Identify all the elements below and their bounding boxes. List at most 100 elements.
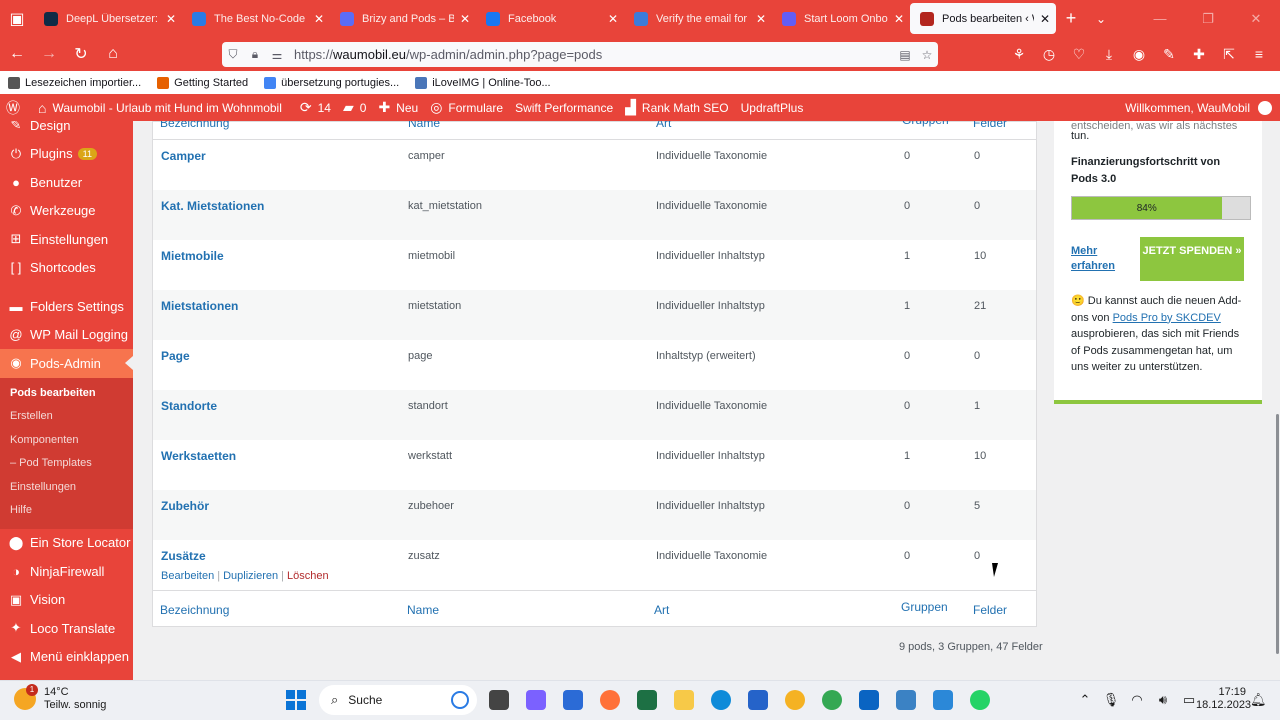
chrome-icon[interactable]	[814, 684, 850, 716]
duplicate-link[interactable]: Duplizieren	[223, 570, 278, 582]
pod-label-link[interactable]: Mietmobile	[161, 249, 224, 263]
pod-label-link[interactable]: Standorte	[161, 399, 217, 413]
sidebar-item-ein-store-locator[interactable]: ⬤ Ein Store Locator	[0, 529, 133, 558]
vscode-icon[interactable]	[555, 684, 591, 716]
sidebar-item-einstellungen[interactable]: ⊞ Einstellungen	[0, 225, 133, 254]
back-icon[interactable]: ←	[2, 45, 32, 63]
col-header-groups[interactable]: Gruppen	[902, 121, 949, 127]
forms-menu[interactable]: ◎ Formulare	[424, 99, 509, 116]
close-tab-icon[interactable]: ✕	[608, 12, 618, 26]
pod-label-link[interactable]: Zubehör	[161, 499, 209, 513]
swift-performance-menu[interactable]: Swift Performance	[509, 101, 619, 115]
sidebar-item-wp-mail-logging[interactable]: @ WP Mail Logging	[0, 321, 133, 350]
donate-button[interactable]: JETZT SPENDEN »	[1140, 237, 1244, 281]
address-bar[interactable]: ⛉ 🔒︎ ⚌ https://waumobil.eu/wp-admin/admi…	[222, 42, 938, 67]
microphone-icon[interactable]: 🎙︎	[1098, 692, 1124, 708]
pod-label-link[interactable]: Werkstaetten	[161, 449, 236, 463]
bookmark-item[interactable]: iLoveIMG | Online-Too...	[407, 76, 558, 89]
site-name-menu[interactable]: ⌂ Waumobil - Urlaub mit Hund im Wohnmobil	[32, 100, 288, 116]
sidebar-item-vision[interactable]: ▣ Vision	[0, 586, 133, 615]
bookmark-star-icon[interactable]: ☆	[916, 48, 938, 62]
tab-5[interactable]: Start Loom Onboardin ✕	[772, 0, 910, 37]
excel-icon[interactable]	[629, 684, 665, 716]
updates-menu[interactable]: ⟳ 14	[294, 99, 337, 116]
tray-chevron-icon[interactable]: ⌃	[1072, 692, 1098, 708]
col-header-type[interactable]: Art	[656, 121, 671, 130]
home-icon[interactable]: ⌂	[98, 45, 128, 63]
close-window-icon[interactable]: ✕	[1232, 0, 1280, 37]
sidebar-item-shortcodes[interactable]: [ ] Shortcodes	[0, 254, 133, 283]
store-icon[interactable]	[740, 684, 776, 716]
reader-view-icon[interactable]: ▤	[894, 48, 916, 62]
files-icon[interactable]	[481, 684, 517, 716]
tab-list-button[interactable]: ⌄	[1086, 12, 1116, 26]
sidebar-item-design[interactable]: ✎ Design	[0, 121, 133, 140]
bookmark-item[interactable]: Getting Started	[149, 76, 256, 89]
sidebar-item-plugins[interactable]: ⏻ Plugins 11	[0, 140, 133, 169]
history-icon[interactable]: ◷	[1034, 46, 1064, 63]
extensions-icon[interactable]: ✚	[1184, 46, 1214, 63]
pods-pro-link[interactable]: Pods Pro by SKCDEV	[1113, 312, 1221, 324]
notification-bell-icon[interactable]: 🔔︎	[1250, 692, 1267, 708]
learn-more-link[interactable]: Mehr erfahren	[1071, 244, 1121, 274]
col-footer-name[interactable]: Name	[407, 603, 439, 617]
bookmark-item[interactable]: Lesezeichen importier...	[0, 76, 149, 89]
sidebar-item-loco-translate[interactable]: ✦ Loco Translate	[0, 614, 133, 643]
pocket-save-icon[interactable]: ⚘	[1004, 46, 1034, 63]
start-windows-icon[interactable]	[278, 684, 314, 716]
shield-icon[interactable]: ⛉	[222, 47, 244, 62]
updraftplus-menu[interactable]: UpdraftPlus	[735, 101, 810, 115]
chat-icon[interactable]	[518, 684, 554, 716]
sidebar-item-ninjafirewall[interactable]: ◑ NinjaFirewall	[0, 557, 133, 586]
pocket-icon[interactable]: ♡	[1064, 46, 1094, 63]
submenu-item[interactable]: Pods bearbeiten	[0, 382, 133, 406]
sidebar-item-folders-settings[interactable]: ▬ Folders Settings	[0, 292, 133, 321]
tab-6[interactable]: Pods bearbeiten ‹ Wau ✕	[910, 3, 1056, 34]
close-tab-icon[interactable]: ✕	[314, 12, 324, 26]
permissions-icon[interactable]: ⚌	[266, 48, 288, 62]
col-header-fields[interactable]: Felder	[973, 121, 1007, 130]
taskbar-search[interactable]: ⌕ Suche	[319, 685, 477, 715]
rank-math-menu[interactable]: ▟ Rank Math SEO	[619, 99, 734, 116]
comments-menu[interactable]: ▰ 0	[337, 99, 372, 116]
explorer-icon[interactable]	[666, 684, 702, 716]
sidebar-item-men-einklappen[interactable]: ◀ Menü einklappen	[0, 643, 133, 672]
downloads-icon[interactable]: ⤓	[1094, 46, 1124, 63]
lock-icon[interactable]: 🔒︎	[244, 47, 266, 62]
close-tab-icon[interactable]: ✕	[894, 12, 904, 26]
outlook-icon[interactable]	[851, 684, 887, 716]
wp-logo-menu[interactable]: Ⓦ	[0, 98, 32, 118]
taskbar-clock[interactable]: 17:19 18.12.2023	[1196, 686, 1251, 712]
tab-3[interactable]: Facebook ✕	[476, 0, 624, 37]
notepad-icon[interactable]	[888, 684, 924, 716]
col-footer-label[interactable]: Bezeichnung	[160, 603, 229, 617]
delete-link[interactable]: Löschen	[287, 570, 329, 582]
col-header-name[interactable]: Name	[408, 121, 440, 130]
pod-label-link[interactable]: Page	[161, 349, 190, 363]
maximize-icon[interactable]: ❐	[1184, 0, 1232, 37]
sidebar-item-pods-admin[interactable]: ◉ Pods-Admin	[0, 349, 133, 378]
col-footer-groups[interactable]: Gruppen	[901, 600, 948, 614]
close-tab-icon[interactable]: ✕	[460, 12, 470, 26]
edge-icon[interactable]	[703, 684, 739, 716]
new-content-menu[interactable]: ✚ Neu	[372, 99, 424, 116]
tab-2[interactable]: Brizy and Pods – Brizy ✕	[330, 0, 476, 37]
forward-icon[interactable]: →	[34, 45, 64, 63]
volume-icon[interactable]: 🔊︎	[1150, 692, 1176, 708]
col-footer-fields[interactable]: Felder	[973, 603, 1007, 617]
bookmark-item[interactable]: übersetzung portugies...	[256, 76, 407, 89]
share-icon[interactable]: ⇱	[1214, 46, 1244, 63]
submenu-item[interactable]: – Pod Templates	[0, 452, 133, 476]
wifi-icon[interactable]: ◠	[1124, 692, 1150, 708]
pod-label-link[interactable]: Zusätze	[161, 549, 206, 563]
firefox-view-icon[interactable]: ▣	[0, 0, 34, 37]
pod-label-link[interactable]: Camper	[161, 149, 206, 163]
submenu-item[interactable]: Einstellungen	[0, 476, 133, 500]
col-footer-type[interactable]: Art	[654, 603, 669, 617]
reload-icon[interactable]: ↻	[66, 44, 96, 64]
account-menu[interactable]: Willkommen, WauMobil	[1125, 100, 1280, 115]
whatsapp-icon[interactable]	[962, 684, 998, 716]
minimize-icon[interactable]: —	[1136, 0, 1184, 37]
photos-icon[interactable]	[777, 684, 813, 716]
close-tab-icon[interactable]: ✕	[756, 12, 766, 26]
